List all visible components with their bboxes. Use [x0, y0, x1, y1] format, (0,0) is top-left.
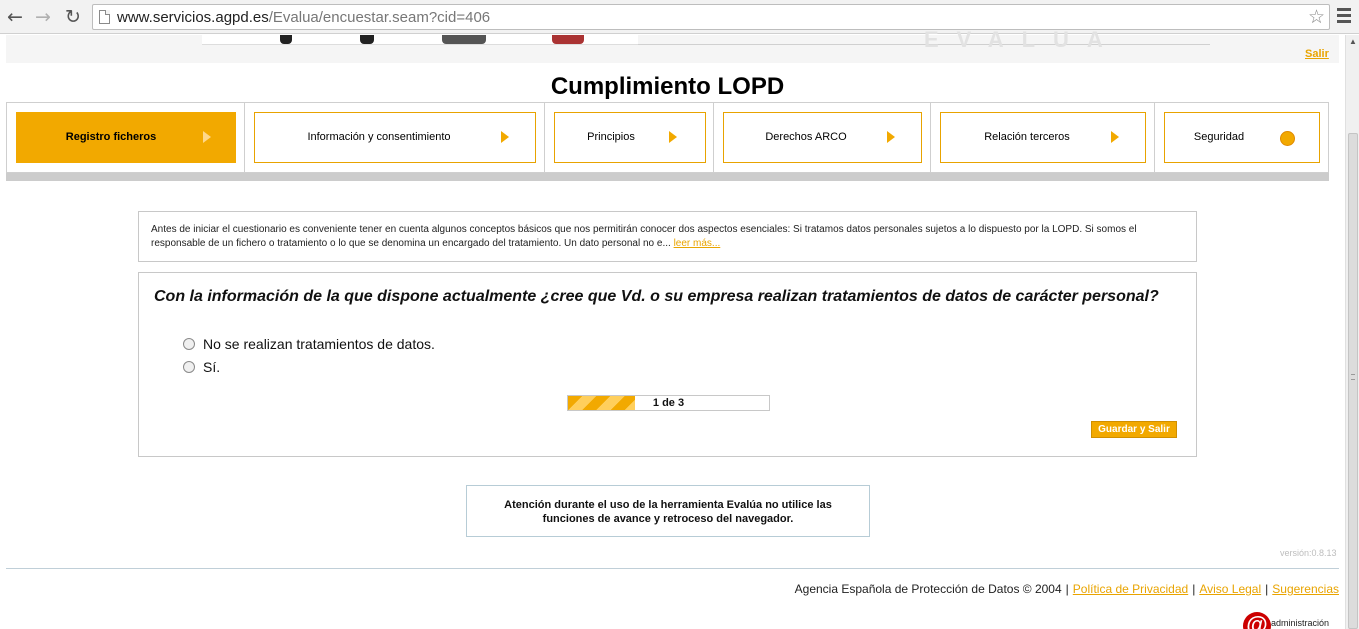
version-label: versión:0.8.13 [1280, 548, 1337, 558]
status-dot-icon [1280, 131, 1295, 146]
arrow-right-icon [501, 131, 509, 143]
tab-relacion-terceros[interactable]: Relación terceros [940, 112, 1146, 163]
forward-arrow-icon[interactable]: → [32, 6, 54, 28]
reload-icon[interactable]: ↻ [62, 6, 84, 28]
tab-informacion-consentimiento[interactable]: Información y consentimiento [254, 112, 536, 163]
tab-label: Derechos ARCO [765, 131, 847, 143]
footer-divider [6, 568, 1339, 569]
scrollbar-thumb[interactable] [1348, 133, 1358, 629]
page-icon [99, 10, 110, 24]
star-icon[interactable]: ☆ [1308, 6, 1325, 28]
warning-line-1: Atención durante el uso de la herramient… [504, 499, 832, 511]
legal-notice-link[interactable]: Aviso Legal [1199, 582, 1261, 596]
option-label: Sí. [203, 359, 221, 375]
radio-button[interactable] [183, 338, 195, 350]
read-more-link[interactable]: leer más... [674, 238, 721, 249]
footer: Agencia Española de Protección de Datos … [794, 582, 1339, 596]
page-title: Cumplimiento LOPD [550, 73, 785, 100]
intro-text: Antes de iniciar el cuestionario es conv… [151, 224, 1137, 249]
page-root: ← → ↻ www.servicios.agpd.es/Evalua/encue… [0, 0, 1359, 629]
header-banner: EVALUA [6, 27, 1339, 63]
menu-icon[interactable] [1337, 8, 1351, 24]
arrow-right-icon [669, 131, 677, 143]
browser-toolbar: ← → ↻ www.servicios.agpd.es/Evalua/encue… [0, 0, 1359, 34]
arrow-right-icon [887, 131, 895, 143]
tab-registro-ficheros[interactable]: Registro ficheros [16, 112, 236, 163]
url-text[interactable]: www.servicios.agpd.es/Evalua/encuestar.s… [117, 9, 490, 26]
tab-label: Principios [587, 131, 635, 143]
at-logo-icon: @ [1243, 612, 1271, 629]
progress-bar: 1 de 3 [567, 395, 770, 411]
tabs-bottom-bar [6, 173, 1329, 181]
option-label: No se realizan tratamientos de datos. [203, 336, 435, 352]
tab-label: Registro ficheros [65, 131, 157, 143]
tab-seguridad[interactable]: Seguridad [1164, 112, 1320, 163]
address-bar[interactable]: www.servicios.agpd.es/Evalua/encuestar.s… [92, 4, 1330, 30]
progress-label: 1 de 3 [652, 397, 685, 409]
tab-label: Información y consentimiento [307, 131, 451, 143]
save-and-exit-button[interactable]: Guardar y Salir [1091, 421, 1177, 438]
salir-link[interactable]: Salir [1305, 48, 1329, 60]
option-no-tratamientos[interactable]: No se realizan tratamientos de datos. [183, 336, 435, 352]
privacy-policy-link[interactable]: Política de Privacidad [1073, 582, 1188, 596]
scrollbar[interactable]: ▲ [1345, 35, 1359, 629]
banner-illustration [202, 35, 638, 45]
question-box: Con la información de la que dispone act… [138, 272, 1197, 457]
warning-box: Atención durante el uso de la herramient… [466, 485, 870, 537]
arrow-right-icon [1111, 131, 1119, 143]
back-arrow-icon[interactable]: ← [4, 6, 26, 28]
admin-logo-text: administración [1271, 618, 1330, 628]
arrow-right-icon [203, 131, 211, 143]
tab-derechos-arco[interactable]: Derechos ARCO [723, 112, 922, 163]
suggestions-link[interactable]: Sugerencias [1272, 582, 1339, 596]
tab-label: Relación terceros [984, 131, 1070, 143]
warning-line-2: funciones de avance y retroceso del nave… [542, 513, 794, 525]
banner-logo: EVALUA [924, 27, 1121, 52]
footer-copyright: Agencia Española de Protección de Datos … [794, 582, 1062, 596]
url-path: /Evalua/encuestar.seam?cid=406 [268, 9, 491, 26]
tab-label: Seguridad [1193, 131, 1245, 143]
question-text: Con la información de la que dispone act… [154, 288, 1159, 305]
intro-box: Antes de iniciar el cuestionario es conv… [138, 211, 1197, 262]
option-si[interactable]: Sí. [183, 359, 220, 375]
url-host: www.servicios.agpd.es [117, 9, 269, 26]
radio-button[interactable] [183, 361, 195, 373]
tab-principios[interactable]: Principios [554, 112, 706, 163]
scroll-up-icon[interactable]: ▲ [1346, 35, 1359, 49]
section-tabs: Registro ficheros Información y consenti… [6, 102, 1329, 173]
